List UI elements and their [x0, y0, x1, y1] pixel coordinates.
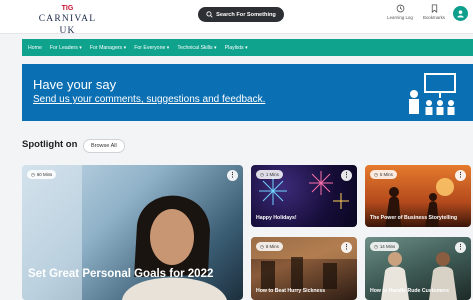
duration-badge: ◷ 5 Mins — [370, 170, 397, 179]
nav-item-for-leaders[interactable]: For Leaders ▾ — [50, 45, 82, 51]
history-icon — [396, 4, 404, 13]
content-card-hurry-sickness[interactable]: ◷ 8 Mins ⋮ How to Beat Hurry Sickness — [251, 237, 357, 300]
user-icon — [457, 10, 464, 18]
more-options-button[interactable]: ⋮ — [341, 242, 352, 253]
content-card-personal-goals[interactable]: ◷ 60 Mins ⋮ Set Great Personal Goals for … — [22, 165, 243, 300]
bookmarks-label: Bookmarks — [423, 15, 445, 20]
clock-icon: ◷ — [31, 171, 35, 177]
card-title: How to Beat Hurry Sickness — [256, 288, 326, 294]
spotlight-title: Spotlight on — [22, 139, 78, 150]
clock-icon: ◷ — [260, 171, 264, 177]
nav-item-home[interactable]: Home — [28, 45, 42, 51]
content-card-rude-customers[interactable]: ◷ 14 Mins ⋮ How to Handle Rude Customers — [365, 237, 471, 300]
duration-label: 1 Mins — [265, 172, 279, 177]
duration-badge: ◷ 60 Mins — [27, 170, 57, 179]
duration-badge: ◷ 8 Mins — [256, 242, 283, 251]
card-title: How to Handle Rude Customers — [370, 288, 449, 294]
card-title: Happy Holidays! — [256, 215, 297, 221]
duration-label: 8 Mins — [265, 244, 279, 249]
card-title: The Power of Business Storytelling — [370, 215, 458, 221]
duration-label: 60 Mins — [36, 172, 53, 177]
clock-icon: ◷ — [374, 171, 378, 177]
banner-heading: Have your say — [33, 77, 117, 92]
user-avatar[interactable] — [453, 6, 468, 21]
learning-log-button[interactable]: Learning Log — [386, 4, 414, 20]
nav-item-playlists[interactable]: Playlists ▾ — [225, 45, 248, 51]
card-title: Set Great Personal Goals for 2022 — [28, 268, 214, 280]
top-bar: TIG CARNIVAL UK Search For Something Lea… — [0, 0, 473, 36]
duration-badge: ◷ 14 Mins — [370, 242, 400, 251]
learning-log-label: Learning Log — [387, 15, 413, 20]
nav-item-for-everyone[interactable]: For Everyone ▾ — [134, 45, 169, 51]
logo-mark: TIG — [61, 5, 74, 12]
carnival-uk-logo[interactable]: TIG CARNIVAL UK — [30, 4, 105, 36]
nav-item-technical-skills[interactable]: Technical Skills ▾ — [177, 45, 216, 51]
clock-icon: ◷ — [374, 243, 378, 249]
more-options-button[interactable]: ⋮ — [455, 242, 466, 253]
content-card-business-storytelling[interactable]: ◷ 5 Mins ⋮ The Power of Business Storytel… — [365, 165, 471, 227]
browse-all-button[interactable]: Browse All — [83, 139, 125, 153]
logo-text: CARNIVAL UK — [38, 14, 97, 36]
presentation-audience-icon — [409, 73, 456, 115]
search-icon — [206, 11, 213, 18]
clock-icon: ◷ — [260, 243, 264, 249]
more-options-button[interactable]: ⋮ — [455, 170, 466, 181]
more-options-button[interactable]: ⋮ — [227, 170, 238, 181]
bookmarks-button[interactable]: Bookmarks — [420, 4, 448, 20]
feedback-link[interactable]: Send us your comments, suggestions and f… — [33, 94, 265, 105]
more-options-button[interactable]: ⋮ — [341, 170, 352, 181]
search-button[interactable]: Search For Something — [198, 7, 284, 22]
content-card-happy-holidays[interactable]: ◷ 1 Mins ⋮ Happy Holidays! — [251, 165, 357, 227]
feedback-banner[interactable]: Have your say Send us your comments, sug… — [22, 64, 473, 121]
main-nav: Home For Leaders ▾ For Managers ▾ For Ev… — [22, 39, 473, 56]
search-label: Search For Something — [216, 11, 276, 18]
duration-label: 5 Mins — [379, 172, 393, 177]
duration-badge: ◷ 1 Mins — [256, 170, 283, 179]
duration-label: 14 Mins — [379, 244, 396, 249]
nav-item-for-managers[interactable]: For Managers ▾ — [90, 45, 126, 51]
bookmark-icon — [431, 4, 437, 13]
